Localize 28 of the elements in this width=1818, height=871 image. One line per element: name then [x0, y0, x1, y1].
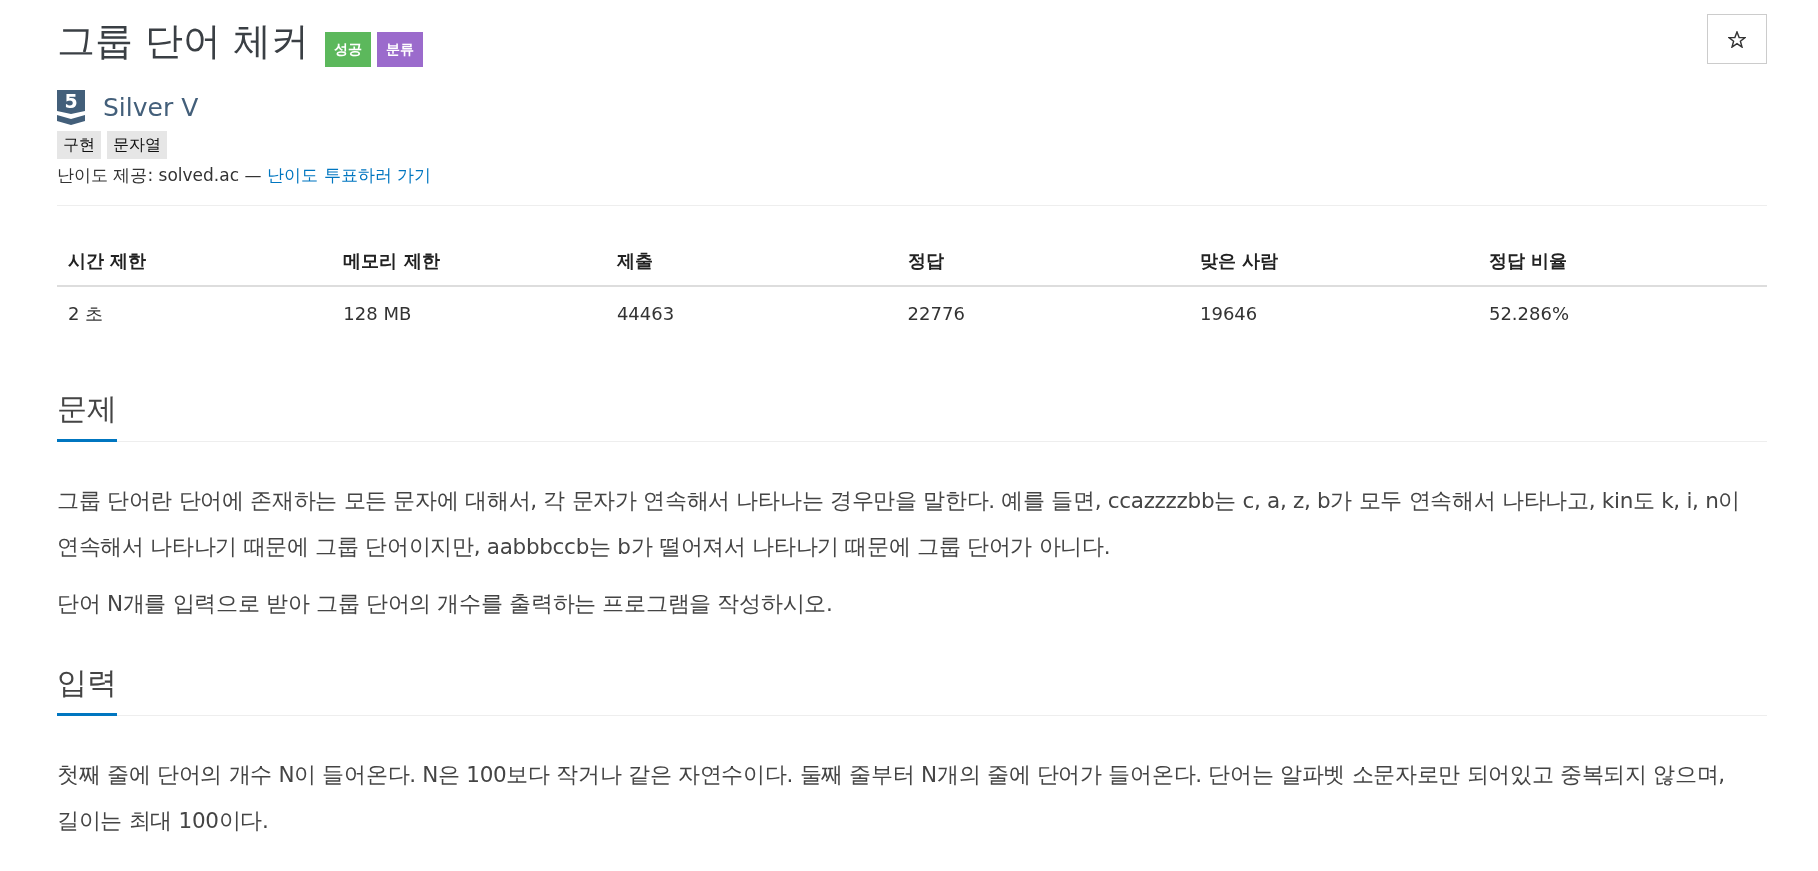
column-header: 정답 비율 [1477, 226, 1767, 286]
table-cell: 52.286% [1477, 286, 1767, 338]
tier-name: Silver V [103, 92, 199, 124]
star-icon [1728, 30, 1746, 48]
tier-badge: 5 [57, 90, 85, 125]
difficulty-vote-link[interactable]: 난이도 투표하러 가기 [267, 165, 432, 185]
status-label: 성공 [325, 32, 372, 67]
algorithm-tag[interactable]: 구현 [57, 131, 101, 159]
table-cell: 19646 [1189, 286, 1478, 338]
column-header: 시간 제한 [57, 226, 333, 286]
table-cell: 44463 [605, 286, 897, 338]
section-title: 입력 [57, 663, 117, 716]
section-title: 문제 [57, 389, 117, 442]
problem-text: 단어 N개를 입력으로 받아 그룹 단어의 개수를 출력하는 프로그램을 작성하시오. [57, 590, 834, 618]
favorite-button[interactable] [1707, 14, 1767, 64]
table-cell: 2 초 [57, 286, 333, 338]
difficulty-credit: 난이도 제공: solved.ac — 난이도 투표하러 가기 [57, 164, 433, 187]
table-cell: 128 MB [332, 286, 606, 338]
status-label: 분류 [377, 32, 424, 67]
algorithm-tag[interactable]: 문자열 [107, 131, 167, 159]
problem-text: 그룹 단어란 단어에 존재하는 모든 문자에 대해서, 각 문자가 연속해서 나타나는 경우만을 말한다. 예를 들면, ccazzzzbb는 c, a, z, b가 모두 연속해서 나타나고, kin도 k, i, n이 연속해서 나타나기 때문에 그룹 단어이지만, aabbbccb는 b가 떨어져서 나타나기 때문에 그룹 단어가 아니다. [57, 487, 1742, 561]
column-header: 맞은 사람 [1189, 226, 1478, 286]
problem-text: 첫째 줄에 단어의 개수 N이 들어온다. N은 100보다 작거나 같은 자연수이다. 둘째 줄부터 N개의 줄에 단어가 들어온다. 단어는 알파벳 소문자로만 되어있고 중복되지 않으며, 길이는 최대 100이다. [57, 761, 1726, 835]
table-cell: 22776 [896, 286, 1189, 338]
column-header: 메모리 제한 [332, 226, 606, 286]
problem-title: 그룹 단어 체커 [57, 18, 310, 65]
column-header: 정답 [896, 226, 1189, 286]
column-header: 제출 [605, 226, 897, 286]
